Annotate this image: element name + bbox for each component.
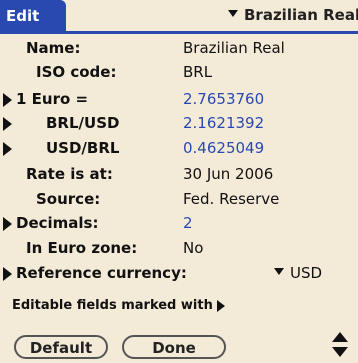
form-title: Edit (0, 0, 66, 32)
source-label: Source: (36, 190, 101, 208)
default-button[interactable]: Default (14, 335, 108, 359)
title-bar: Edit Brazilian Real (0, 0, 358, 34)
source-row: Source: Fed. Reserve (0, 189, 358, 211)
rate-date-label: Rate is at: (26, 165, 113, 183)
source-value: Fed. Reserve (183, 190, 280, 208)
usd-brl-row[interactable]: USD/BRL 0.4625049 (0, 138, 358, 160)
reference-currency-row[interactable]: Reference currency: USD (0, 263, 358, 285)
name-value: Brazilian Real (183, 39, 285, 57)
decimals-row[interactable]: Decimals: 2 (0, 213, 358, 235)
reference-currency-value: USD (290, 264, 323, 282)
editable-marker-icon (3, 217, 12, 231)
euro-zone-row: In Euro zone: No (0, 238, 358, 260)
editable-marker-icon (3, 93, 12, 107)
scroll-up-icon[interactable] (332, 332, 348, 342)
iso-code-row: ISO code: BRL (0, 62, 358, 84)
usd-brl-value[interactable]: 0.4625049 (183, 139, 264, 157)
brl-usd-label: BRL/USD (46, 114, 120, 132)
euro-rate-row[interactable]: 1 Euro = 2.7653760 (0, 89, 358, 111)
editable-marker-icon (3, 117, 12, 131)
dropdown-arrow-icon (274, 268, 284, 275)
iso-code-value: BRL (183, 63, 213, 81)
euro-zone-value: No (183, 239, 204, 257)
decimals-label: Decimals: (16, 214, 99, 232)
editable-fields-note-text: Editable fields marked with (12, 298, 213, 313)
euro-rate-value[interactable]: 2.7653760 (183, 90, 264, 108)
decimals-value[interactable]: 2 (183, 214, 193, 232)
usd-brl-label: USD/BRL (46, 139, 120, 157)
editable-fields-note: Editable fields marked with (12, 298, 225, 313)
currency-selector[interactable]: Brazilian Real (228, 6, 358, 28)
scroll-down-icon[interactable] (332, 347, 348, 357)
euro-zone-label: In Euro zone: (26, 239, 138, 257)
brl-usd-row[interactable]: BRL/USD 2.1621392 (0, 113, 358, 135)
name-label: Name: (26, 39, 81, 57)
scroll-arrows (330, 332, 350, 360)
brl-usd-value[interactable]: 2.1621392 (183, 114, 264, 132)
rate-date-value: 30 Jun 2006 (183, 165, 274, 183)
dropdown-arrow-icon (228, 10, 238, 17)
editable-marker-icon (216, 299, 225, 312)
editable-marker-icon (3, 142, 12, 156)
reference-currency-label: Reference currency: (16, 264, 187, 282)
iso-code-label: ISO code: (36, 63, 117, 81)
reference-currency-selector[interactable]: USD (274, 264, 322, 282)
editable-marker-icon (3, 267, 12, 281)
done-button[interactable]: Done (122, 335, 226, 359)
euro-rate-label: 1 Euro = (16, 90, 89, 108)
name-row: Name: Brazilian Real (0, 38, 358, 60)
currency-selector-label: Brazilian Real (244, 6, 358, 24)
rate-date-row: Rate is at: 30 Jun 2006 (0, 164, 358, 186)
title-underline (0, 31, 358, 34)
